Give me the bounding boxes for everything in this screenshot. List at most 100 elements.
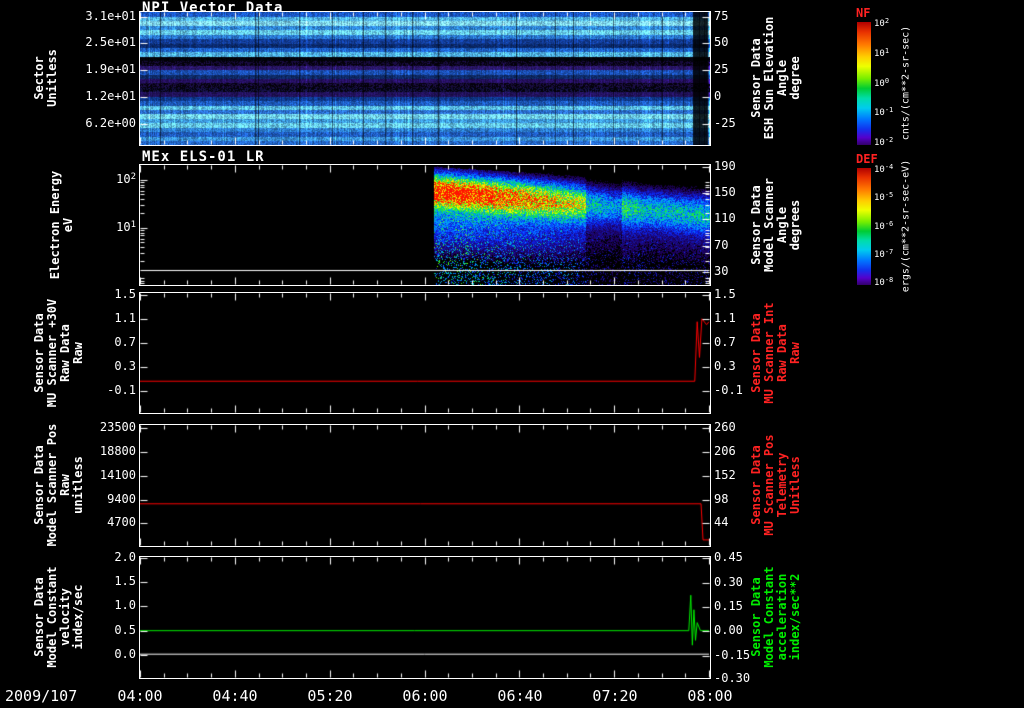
axis-label-line: index/sec**2 xyxy=(788,573,802,661)
axis-tick-label: 1.0 xyxy=(114,598,136,613)
colorbar-tick-label: 10-8 xyxy=(874,275,894,288)
axis-tick-label: 1.1 xyxy=(114,311,136,326)
colorbar-tick-label: 102 xyxy=(874,17,890,30)
colorbar-tick-label: 100 xyxy=(874,76,890,89)
axis-tick-label: 50 xyxy=(714,35,729,50)
panel-title-els: MEx ELS-01 LR xyxy=(142,149,265,165)
exponent: 0 xyxy=(884,76,890,85)
nf-colorbar-label: NF xyxy=(856,6,871,20)
axis-tick-label: 206 xyxy=(714,443,736,458)
x-axis-tick-label: 07:20 xyxy=(592,687,638,705)
axis-tick-label: -25 xyxy=(714,115,736,130)
colorbar-units-text: cnts/(cm**2-sr-sec) xyxy=(900,25,912,141)
npi-spectrogram-panel xyxy=(139,11,711,146)
axis-tick-label: 0.00 xyxy=(714,623,743,638)
x-axis-tick-label: 08:00 xyxy=(687,687,733,705)
axis-tick-label: 0.7 xyxy=(114,335,136,350)
axis-tick-label: 190 xyxy=(714,159,736,174)
axis-tick-label: 44 xyxy=(714,515,729,530)
axis-tick-label: 0.0 xyxy=(114,647,136,661)
axis-tick-label: 18800 xyxy=(99,443,136,458)
def-colorbar-label: DEF xyxy=(856,152,878,166)
axis-tick-label: -0.1 xyxy=(714,383,743,398)
axis-tick-label: -0.15 xyxy=(714,647,751,662)
x-axis-tick-label: 06:40 xyxy=(497,687,543,705)
npi-spectrogram-canvas xyxy=(140,12,710,145)
colorbar-tick-label: 10-1 xyxy=(874,106,894,119)
axis-tick-label: 14100 xyxy=(99,467,136,482)
axis-tick-label: 25 xyxy=(714,61,729,76)
axis-tick-label: 0.3 xyxy=(714,359,736,374)
x-axis-tick-label: 05:20 xyxy=(307,687,353,705)
exponent: -2 xyxy=(884,135,894,144)
colorbar-tick-label: 10-5 xyxy=(874,191,894,204)
exponent: -4 xyxy=(884,163,894,172)
axis-tick-label: 3.1e+01 xyxy=(85,9,136,24)
exponent: 2 xyxy=(884,17,890,26)
axis-tick-label: 102 xyxy=(116,172,136,186)
exponent: -6 xyxy=(884,219,894,228)
axis-tick-label: 0.5 xyxy=(114,622,136,637)
axis-tick-label: 9400 xyxy=(107,491,136,506)
axis-tick-label: 150 xyxy=(714,184,736,199)
axis-tick-label: 0.15 xyxy=(714,598,743,613)
axis-tick-label: 98 xyxy=(714,491,729,506)
colorbar-tick-label: 10-4 xyxy=(874,163,894,176)
axis-tick-label: -0.30 xyxy=(714,671,751,686)
exponent: -5 xyxy=(884,191,894,200)
colorbar-units-text: ergs/(cm**2-sr-sec-eV) xyxy=(900,159,912,293)
axis-label-line: degree xyxy=(788,56,802,100)
colorbar-tick-label: 10-7 xyxy=(874,247,894,260)
axis-tick-label: 6.2e+00 xyxy=(85,115,136,130)
els-spectrogram-canvas xyxy=(140,165,710,285)
exponent: -7 xyxy=(884,247,894,256)
axis-tick-label: 0.30 xyxy=(714,574,743,589)
def-colorbar xyxy=(857,168,871,285)
mu-scanner-line-canvas xyxy=(140,293,710,413)
x-axis-tick-label: 04:40 xyxy=(212,687,258,705)
axis-tick-label: 30 xyxy=(714,264,729,279)
x-axis-tick-label: 06:00 xyxy=(402,687,448,705)
axis-tick-label: 0.7 xyxy=(714,335,736,350)
axis-tick-label: 2.0 xyxy=(114,549,136,564)
axis-tick-label: 0.3 xyxy=(114,359,136,374)
axis-tick-label: 0 xyxy=(714,89,722,104)
axis-tick-label: 101 xyxy=(116,220,136,234)
x-axis-tick-label: 04:00 xyxy=(117,687,163,705)
axis-tick-label: 0.45 xyxy=(714,550,743,565)
exponent: -1 xyxy=(884,106,894,115)
exponent: 2 xyxy=(130,172,136,182)
axis-tick-label: 1.9e+01 xyxy=(85,61,136,76)
axis-tick-label: 110 xyxy=(714,211,736,225)
axis-tick-label: 75 xyxy=(714,9,729,24)
axis-tick-label: 260 xyxy=(714,420,736,435)
axis-tick-label: 152 xyxy=(714,467,736,482)
axis-tick-label: 1.5 xyxy=(114,287,136,302)
axis-tick-label: 70 xyxy=(714,238,729,252)
axis-tick-label: 1.5 xyxy=(114,574,136,589)
nf-colorbar xyxy=(857,22,871,145)
axis-tick-label: 2.5e+01 xyxy=(85,35,136,50)
plot-stage: NPI Vector Data MEx ELS-01 LR Sector Uni… xyxy=(0,0,1024,708)
mu-scanner-line-panel xyxy=(139,292,711,414)
exponent: 1 xyxy=(130,220,136,230)
model-constant-line-panel xyxy=(139,556,711,679)
axis-tick-label: 1.1 xyxy=(714,311,736,326)
scanner-pos-line-panel xyxy=(139,424,711,547)
scanner-pos-line-canvas xyxy=(140,425,710,546)
colorbar-tick-label: 10-2 xyxy=(874,135,894,148)
date-label: 2009/107 xyxy=(5,687,78,705)
axis-tick-label: 23500 xyxy=(99,420,136,435)
axis-label-line: degrees xyxy=(788,199,802,251)
colorbar-tick-label: 10-6 xyxy=(874,219,894,232)
colorbar-tick-label: 101 xyxy=(874,46,890,59)
axis-label-line: Raw xyxy=(788,342,802,364)
els-spectrogram-panel xyxy=(139,164,711,286)
axis-tick-label: 4700 xyxy=(107,515,136,530)
axis-label-line: Unitless xyxy=(788,456,802,514)
exponent: -8 xyxy=(884,275,894,284)
exponent: 1 xyxy=(884,46,890,55)
axis-tick-label: -0.1 xyxy=(107,383,136,398)
model-constant-line-canvas xyxy=(140,557,710,678)
axis-tick-label: 1.2e+01 xyxy=(85,89,136,104)
